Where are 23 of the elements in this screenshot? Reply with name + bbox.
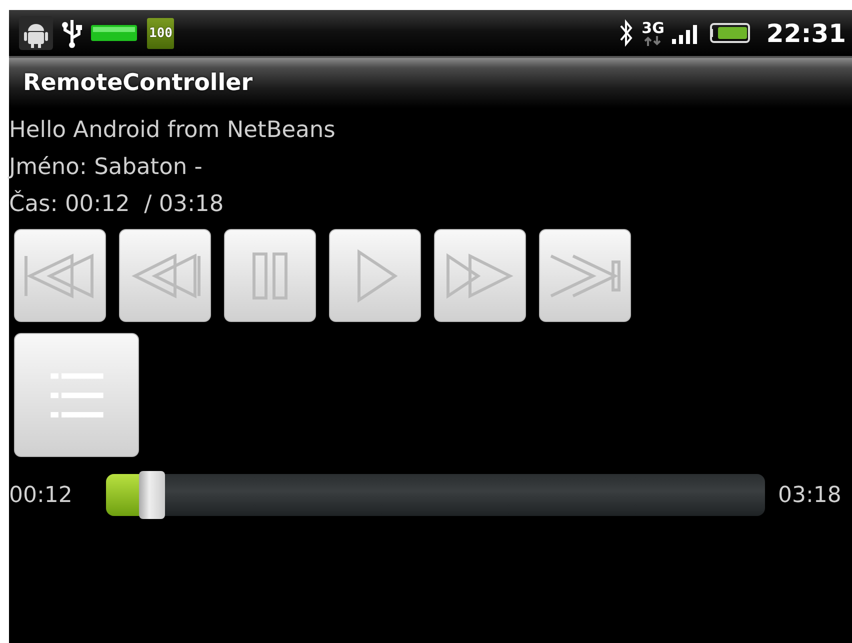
usb-icon xyxy=(61,18,83,48)
data-arrows-icon xyxy=(644,36,662,46)
clock: 22:31 xyxy=(766,18,846,48)
battery-icon xyxy=(710,22,752,44)
elapsed-time: 00:12 xyxy=(9,482,74,508)
pause-button[interactable] xyxy=(224,229,316,322)
previous-track-button[interactable] xyxy=(14,229,106,322)
app-title: RemoteController xyxy=(23,70,253,96)
info-text: Jméno: Sabaton - xyxy=(9,153,202,182)
seek-handle[interactable] xyxy=(139,471,166,519)
total-time: 03:18 xyxy=(778,482,842,508)
bluetooth-icon xyxy=(618,18,634,48)
seek-track[interactable] xyxy=(106,474,765,516)
playlist-button[interactable] xyxy=(14,333,139,457)
next-track-button[interactable] xyxy=(539,229,631,322)
info-text: Čas: 00:12 / 03:18 xyxy=(9,189,224,219)
rewind-button[interactable] xyxy=(119,229,211,322)
info-text: Hello Android from NetBeans xyxy=(9,116,336,145)
play-button[interactable] xyxy=(329,229,421,322)
battery-charge-icon xyxy=(91,23,139,43)
network-type: 3G xyxy=(642,20,664,36)
fast-forward-button[interactable] xyxy=(434,229,526,322)
battery-percent: 100 xyxy=(147,18,174,48)
